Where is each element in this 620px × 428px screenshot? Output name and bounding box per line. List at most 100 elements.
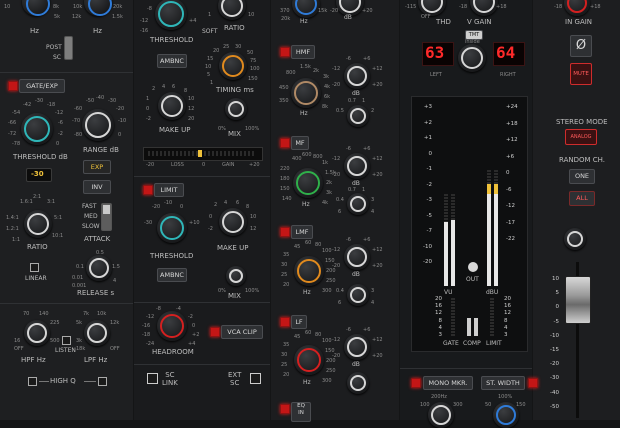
range-knob[interactable] [82, 109, 114, 141]
dbu-scale-label: -17 [506, 219, 515, 226]
hr-t9: +4 [188, 341, 196, 347]
sc-link-checkbox[interactable] [147, 373, 158, 384]
limit-threshold-knob[interactable] [157, 213, 187, 243]
all-button[interactable]: ALL [569, 191, 595, 206]
gr-scale-l-label: 3 [438, 332, 443, 338]
lm-t6: -2 [208, 226, 213, 232]
lf-freq-knob[interactable] [294, 345, 324, 375]
lf-t6: 30 [281, 352, 288, 358]
mfg-t3: +12 [372, 156, 383, 162]
filter-panel [0, 0, 133, 420]
attack-switch[interactable] [101, 203, 112, 231]
hmf-t2: 3k [323, 74, 330, 80]
ratio-knob[interactable] [24, 210, 52, 238]
vu-scale-label: +3 [423, 104, 432, 110]
gr-t4: +20 [249, 162, 260, 168]
gate-led[interactable] [8, 81, 18, 91]
lmf-freq-knob[interactable] [294, 256, 324, 286]
fader-handle[interactable] [565, 276, 591, 324]
hmf-gain-knob[interactable] [344, 63, 370, 89]
lmf-hz-label: Hz [303, 289, 311, 296]
comp-ambnc-button[interactable]: AMBNC [157, 54, 187, 68]
listen-checkbox[interactable] [62, 336, 71, 345]
exp-button[interactable]: EXP [83, 160, 111, 174]
tm-t8: 100 [250, 66, 260, 72]
highq-left-checkbox[interactable] [28, 377, 37, 386]
gthr-t3: -54 [12, 110, 21, 116]
soft-label: SOFT [202, 28, 218, 35]
analog-button[interactable]: ANALOG [565, 129, 597, 145]
lmfg-t4: -20 [332, 263, 341, 269]
limit-mix-knob[interactable] [226, 266, 246, 286]
lf-t10: 20 [283, 372, 290, 378]
lfg-t0: -6 [346, 327, 351, 333]
hmf-q-knob[interactable] [347, 105, 369, 127]
lmf-q-knob[interactable] [347, 284, 369, 306]
lf-led[interactable] [280, 317, 290, 327]
lf-title: LF [291, 315, 307, 329]
eq-in-led[interactable] [280, 404, 290, 414]
mf-freq-knob[interactable] [293, 168, 323, 198]
tm-t4: 50 [247, 50, 254, 56]
lmf-t0: 45 [294, 244, 301, 250]
hpf-knob[interactable] [24, 320, 50, 346]
lmf-t10: 20 [283, 282, 290, 288]
mono-mkr-button: MONO MKR. [423, 376, 473, 390]
rl-t5: 4 [113, 278, 117, 284]
mf-t7: 2k [326, 180, 333, 186]
comp-meter-label: COMP [463, 340, 481, 347]
hmf-freq-knob[interactable] [291, 78, 321, 108]
lpf-knob[interactable] [84, 320, 110, 346]
gthr-t7: -72 [8, 131, 17, 137]
post-sc-toggle[interactable] [64, 36, 73, 60]
comp-makeup-knob[interactable] [158, 92, 186, 120]
inv-button[interactable]: INV [83, 180, 111, 194]
lmf-led[interactable] [280, 227, 290, 237]
st-width-led[interactable] [528, 378, 538, 388]
release-knob[interactable] [86, 255, 112, 281]
divider [0, 72, 133, 73]
tmt-knob[interactable] [458, 44, 486, 72]
limit-led[interactable] [143, 185, 153, 195]
hmf-t1: 2k [313, 68, 320, 74]
mono-t2: 300 [453, 402, 463, 408]
mf-led[interactable] [280, 138, 290, 148]
timing-knob[interactable] [219, 52, 247, 80]
comp-mix-knob[interactable] [225, 98, 247, 120]
tm-t5: 10 [205, 64, 212, 70]
mute-button[interactable]: MUTE [570, 63, 592, 85]
mf-gain-knob[interactable] [344, 153, 370, 179]
limit-makeup-knob[interactable] [219, 208, 247, 236]
mf-q-knob[interactable] [347, 193, 369, 215]
lmfg-t0: -6 [346, 237, 351, 243]
headroom-knob[interactable] [157, 311, 187, 341]
vca-clip-led[interactable] [210, 327, 220, 337]
divider [134, 176, 270, 177]
one-button[interactable]: ONE [569, 169, 595, 184]
linear-checkbox[interactable] [30, 263, 39, 272]
lmf-gain-knob[interactable] [344, 244, 370, 270]
lf-gain-knob[interactable] [344, 334, 370, 360]
lt-t3: -30 [144, 220, 153, 226]
gthr-t5: -66 [8, 120, 17, 126]
hmfq-t4: 2 [371, 108, 375, 114]
output-knob[interactable] [564, 228, 586, 250]
gate-meter-label: GATE [443, 340, 459, 347]
hmf-led[interactable] [280, 47, 290, 57]
gr-scale-r-label: 16 [504, 303, 511, 310]
mfg-t5: +20 [372, 172, 383, 178]
highq-right-checkbox[interactable] [98, 377, 107, 386]
gate-threshold-knob[interactable] [21, 113, 53, 145]
stereo-width-knob[interactable] [493, 402, 519, 428]
lf-q-knob[interactable] [347, 372, 369, 394]
mono-mkr-led[interactable] [411, 378, 421, 388]
lpf-t5: 18k [76, 346, 86, 352]
limit-ambnc-button[interactable]: AMBNC [157, 268, 187, 282]
cthr-t3: -12 [140, 18, 149, 24]
phase-button[interactable]: Ø [570, 35, 592, 57]
hmfg-t1: +6 [363, 56, 371, 62]
ext-sc-checkbox[interactable] [250, 373, 261, 384]
ig-t1: +18 [590, 4, 601, 10]
mono-freq-knob[interactable] [428, 402, 454, 428]
out-indicator [468, 262, 478, 272]
